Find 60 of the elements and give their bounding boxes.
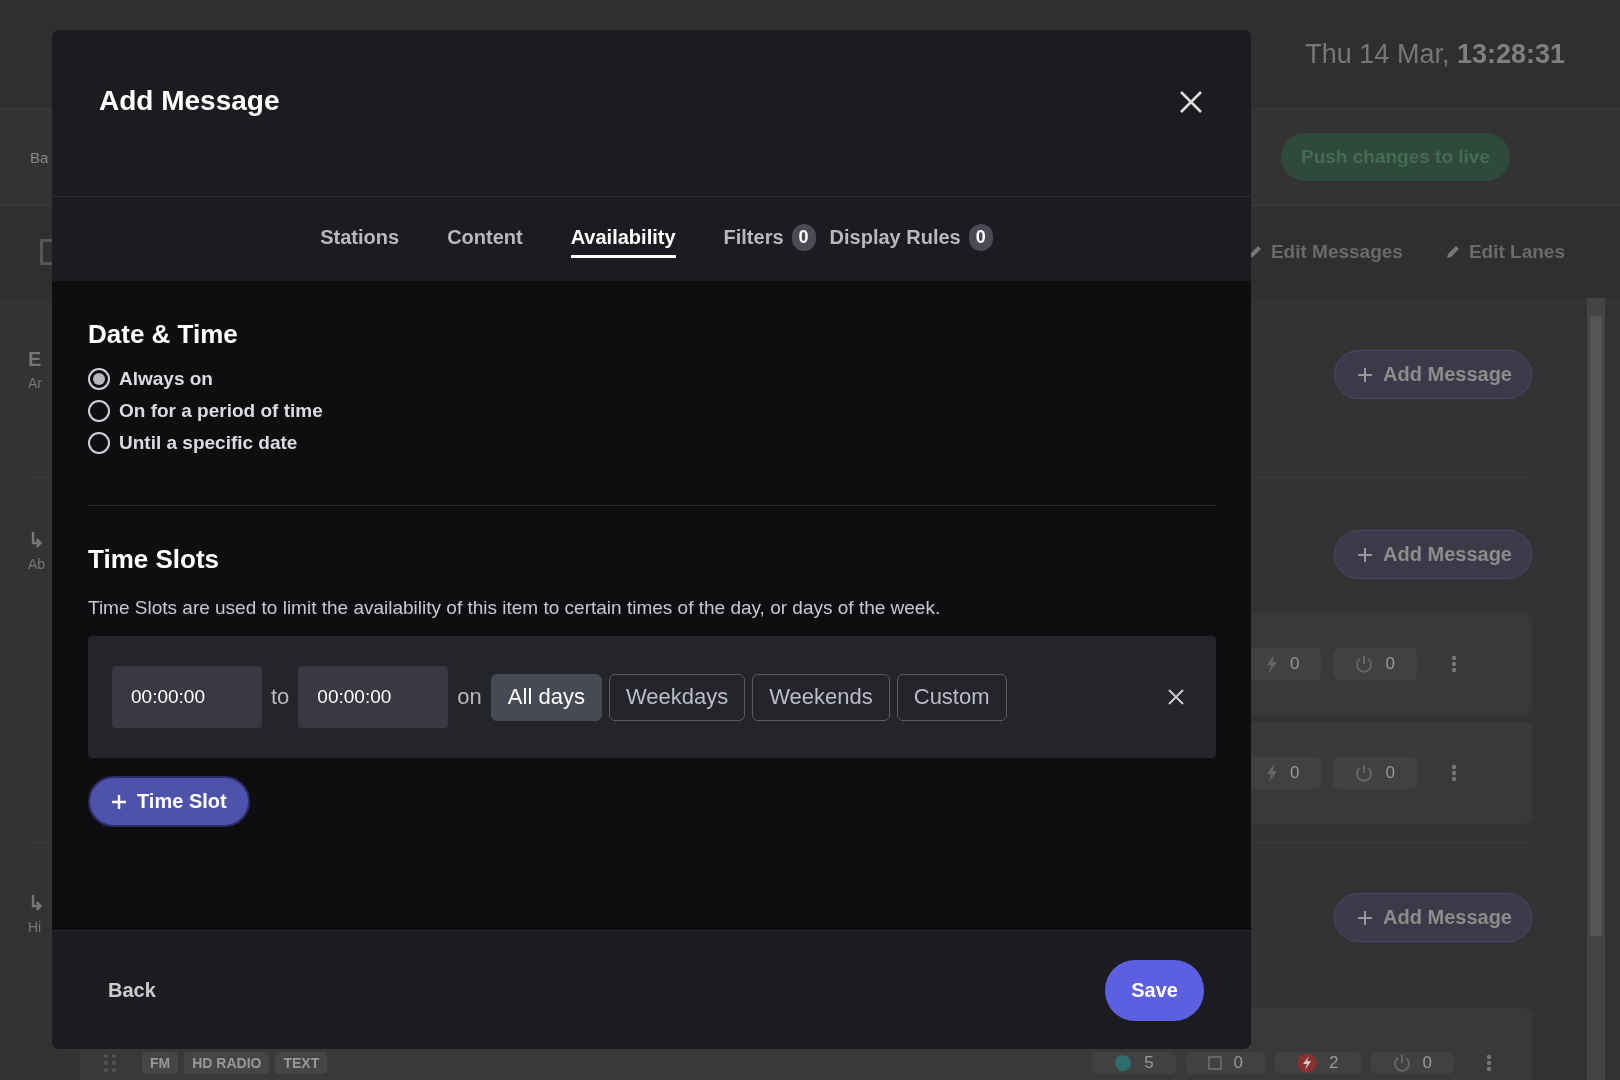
day-option-button[interactable]: Weekdays	[608, 673, 746, 721]
section-subtitle: Hi	[28, 919, 42, 935]
day-option-button[interactable]: Custom	[896, 673, 1007, 721]
add-time-slot-button[interactable]: Time Slot	[88, 776, 250, 827]
start-time-field[interactable]: 00:00:00	[112, 666, 262, 728]
more-options-icon[interactable]	[1486, 1054, 1492, 1072]
tab[interactable]: Filters 0	[723, 218, 816, 260]
section-subtitle: Ar	[28, 375, 42, 391]
section-heading: ↳	[28, 891, 45, 915]
pencil-icon	[1444, 244, 1461, 260]
radio-option[interactable]: Until a specific date	[88, 432, 323, 454]
tab[interactable]: Availability	[570, 220, 676, 258]
section-heading: E	[28, 348, 42, 371]
save-button[interactable]: Save	[1105, 959, 1204, 1021]
day-option-button[interactable]: All days	[490, 673, 602, 721]
to-label: to	[271, 684, 290, 710]
radio-option[interactable]: Always on	[88, 368, 323, 390]
breadcrumb-text: Ba	[30, 148, 49, 166]
section-subtitle: Ab	[28, 556, 46, 572]
date-time-clock: Thu 14 Mar, 13:28:31	[1305, 38, 1565, 70]
close-icon[interactable]	[1180, 91, 1202, 113]
stat-chip: 5	[1092, 1052, 1176, 1074]
more-options-icon[interactable]	[1450, 764, 1457, 782]
section-heading: ↳	[28, 528, 45, 552]
tab[interactable]: Display Rules 0	[829, 218, 993, 260]
power-icon	[1392, 1054, 1411, 1072]
plus-icon	[1357, 909, 1374, 926]
plus-icon	[1357, 366, 1374, 383]
on-label: on	[457, 684, 482, 710]
plus-icon	[1357, 546, 1374, 563]
more-options-icon[interactable]	[1450, 655, 1457, 673]
tab[interactable]: Content	[447, 220, 523, 258]
square-icon	[1207, 1056, 1222, 1070]
station-tag: TEXT	[275, 1052, 328, 1074]
station-tag: FM	[142, 1052, 179, 1074]
circle-icon	[1114, 1054, 1133, 1072]
close-icon[interactable]	[1168, 689, 1184, 705]
station-tag: HD RADIO	[184, 1052, 270, 1074]
day-option-button[interactable]: Weekends	[752, 673, 890, 721]
stat-chip: 0	[1185, 1052, 1266, 1074]
end-time-field[interactable]: 00:00:00	[298, 666, 449, 728]
scrollbar[interactable]	[1587, 298, 1605, 1080]
lightning-icon	[1266, 655, 1278, 673]
section-heading: Date & Time	[88, 319, 238, 350]
description-text: Time Slots are used to limit the availability of this item to certain times of the day, or days of the week.	[88, 597, 941, 619]
power-icon	[1355, 764, 1374, 782]
lightning-icon	[1266, 764, 1278, 782]
radio-option[interactable]: On for a period of time	[88, 400, 323, 422]
stat-chip: 0	[1333, 648, 1417, 680]
plus-icon	[111, 793, 127, 810]
section-heading: Time Slots	[88, 544, 219, 575]
back-button[interactable]: Back	[108, 978, 156, 1002]
stat-chip: 2	[1275, 1052, 1361, 1074]
drag-handle-icon[interactable]	[104, 1053, 116, 1073]
tab[interactable]: Stations	[320, 220, 400, 258]
stat-chip: 0	[1370, 1052, 1454, 1074]
stat-chip: 0	[1333, 757, 1417, 789]
power-icon	[1355, 655, 1374, 673]
dialog-title: Add Message	[99, 85, 280, 117]
lightning-icon	[1297, 1053, 1318, 1073]
